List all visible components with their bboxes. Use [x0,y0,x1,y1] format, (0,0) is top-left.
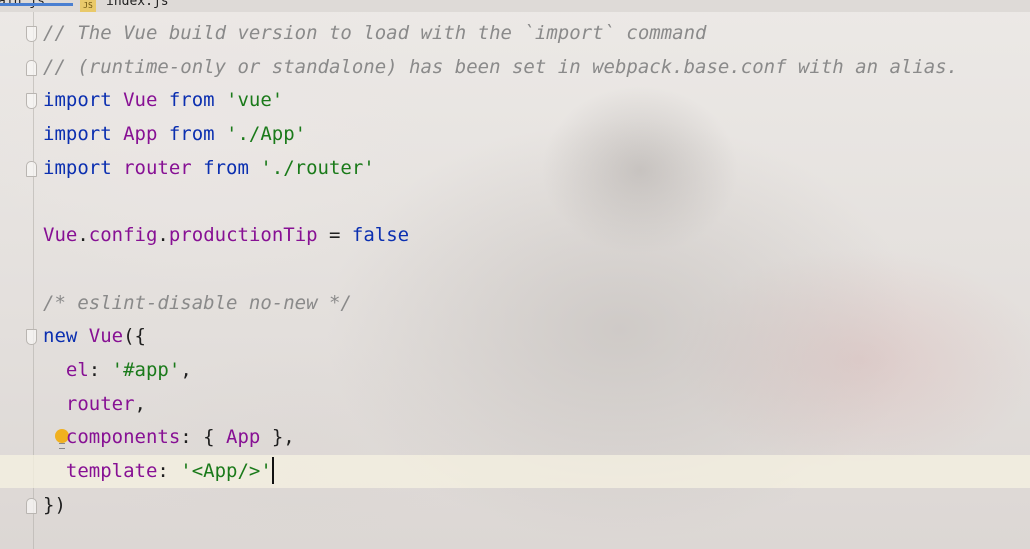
code-line[interactable]: // (runtime-only or standalone) has been… [0,51,1030,84]
code-line[interactable]: /* eslint-disable no-new */ [0,287,1030,320]
code-token: // The Vue build version to load with th… [43,22,707,44]
fold-marker-icon[interactable] [26,93,37,110]
code-token: import [43,89,112,112]
code-token: template [65,460,158,483]
code-text: /* eslint-disable no-new */ [43,287,352,320]
code-token: Vue [111,89,169,112]
code-text: import App from './App' [43,118,306,151]
code-token: // (runtime-only or standalone) has been… [43,55,959,78]
code-token: productionTip [168,224,318,247]
code-token: App [111,123,169,146]
code-line[interactable]: import Vue from 'vue' [0,84,1030,117]
code-text: import Vue from 'vue' [43,84,283,117]
code-text: template: '<App/>' [43,455,274,488]
code-token: config [88,224,158,247]
code-text: // The Vue build version to load with th… [43,17,706,50]
code-token: . [157,224,169,247]
code-token: import [43,123,112,146]
code-line[interactable]: el: '#app', [0,354,1030,387]
code-text: new Vue({ [43,320,146,353]
code-text: // (runtime-only or standalone) has been… [43,51,958,84]
code-line[interactable]: import App from './App' [0,118,1030,151]
code-text: router, [43,388,146,421]
code-token: : [88,359,112,381]
code-token: el [65,359,89,381]
code-token: router [111,156,204,179]
code-text: Vue.config.productionTip = false [43,219,409,252]
code-token: './App' [214,123,307,146]
code-token: from [168,123,215,146]
code-line[interactable]: Vue.config.productionTip = false [0,219,1030,252]
fold-marker-icon[interactable] [26,329,37,346]
code-token: , [180,359,192,381]
code-token: Vue [88,325,124,348]
code-token: false [351,224,410,247]
active-tab-indicator [0,3,73,6]
text-caret [271,456,274,484]
code-line[interactable] [0,253,1030,286]
code-editor[interactable]: // The Vue build version to load with th… [0,17,1030,549]
code-token: , [134,392,146,415]
code-token: router [65,392,135,415]
code-text: }) [43,489,66,522]
code-token: }) [43,493,66,516]
current-code-line[interactable]: template: '<App/>' [0,455,1030,489]
code-text: components: { App }, [43,421,295,454]
code-token: Vue [43,224,78,247]
code-token: . [77,224,89,247]
code-line[interactable]: // The Vue build version to load with th… [0,17,1030,50]
code-line[interactable]: components: { App }, [0,421,1030,454]
fold-marker-icon[interactable] [26,59,37,76]
tab-index-js[interactable]: JS index.js [80,0,169,12]
code-token: 'vue' [214,89,284,112]
code-token: components [65,426,181,449]
code-line[interactable]: new Vue({ [0,320,1030,353]
fold-marker-icon[interactable] [26,160,37,177]
code-token: import [43,156,112,179]
code-token: '<App/>' [180,460,272,483]
tab-label: index.js [106,0,169,9]
code-token: : { [180,426,227,449]
code-text: el: '#app', [43,354,192,387]
code-token: from [168,89,215,112]
code-token: : [157,460,181,483]
code-token: }, [260,426,295,449]
editor-tabs: ain.js JS index.js [0,0,1030,12]
code-token: /* eslint-disable no-new */ [43,291,352,314]
fold-marker-icon[interactable] [26,497,37,514]
code-token: from [203,156,249,179]
code-token: '#app' [111,359,181,381]
code-token: new [43,325,78,348]
code-line[interactable] [0,186,1030,219]
code-token: './router' [248,156,375,179]
code-line[interactable]: import router from './router' [0,152,1030,185]
code-line[interactable]: router, [0,388,1030,421]
tab-main-js[interactable]: ain.js [0,0,73,12]
code-token: ({ [123,325,146,348]
fold-marker-icon[interactable] [26,26,37,42]
code-token: = [317,224,352,247]
code-text: import router from './router' [43,152,375,185]
code-line[interactable]: }) [0,489,1030,522]
code-token: App [226,426,261,449]
js-file-icon: JS [80,0,96,12]
